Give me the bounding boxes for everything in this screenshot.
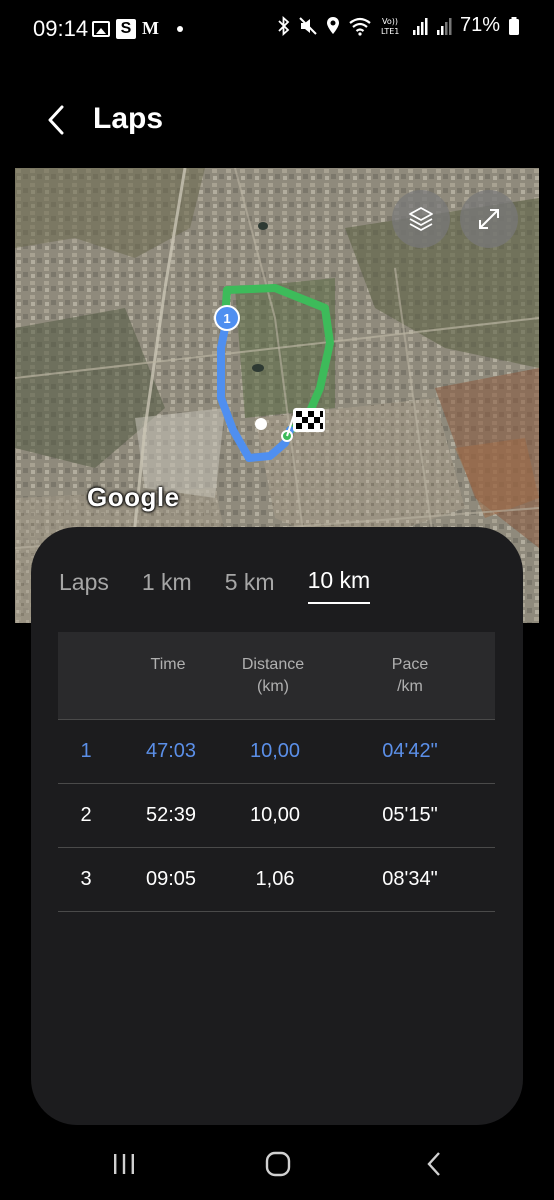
header-distance: Distance (km) — [228, 654, 318, 698]
location-icon — [326, 16, 339, 34]
expand-icon — [479, 209, 499, 229]
tab-5km[interactable]: 5 km — [225, 569, 275, 604]
notification-icons: S M — [92, 18, 183, 39]
lap-pace: 08'34" — [382, 868, 438, 890]
recents-icon — [114, 1154, 134, 1174]
map-layers-button[interactable] — [392, 190, 450, 248]
chevron-left-icon — [48, 105, 64, 135]
recents-button[interactable] — [104, 1148, 144, 1180]
wifi-icon — [349, 17, 371, 36]
lap-time: 47:03 — [145, 740, 197, 762]
mute-icon — [299, 16, 317, 35]
lap-time: 09:05 — [145, 868, 197, 890]
s-app-icon: S — [116, 18, 136, 39]
signal-strength-icon-2 — [436, 17, 452, 35]
battery-percentage: 71% — [459, 14, 500, 36]
header-distance-unit: (km) — [257, 678, 289, 695]
system-navigation-bar — [0, 1130, 554, 1200]
table-row[interactable]: 2 52:39 10,00 05'15" — [58, 784, 495, 848]
expand-map-button[interactable] — [460, 190, 518, 248]
table-header: Time Distance (km) Pace /km — [58, 632, 495, 720]
signal-strength-icon-1 — [412, 17, 428, 35]
gallery-icon — [92, 20, 110, 37]
lap-pace: 05'15" — [382, 804, 438, 826]
header-pace-label: Pace — [391, 656, 429, 673]
more-notifications-dot-icon — [177, 25, 183, 32]
layers-icon — [409, 207, 433, 231]
lap-pace: 04'42" — [382, 740, 438, 762]
header-pace-unit: /km — [397, 678, 423, 695]
lap-number: 1 — [80, 740, 92, 762]
lap-distance: 10,00 — [249, 804, 301, 826]
svg-text:LTE1: LTE1 — [381, 27, 399, 36]
bluetooth-icon — [278, 15, 290, 36]
laps-table: Time Distance (km) Pace /km 1 47:03 10,0… — [58, 632, 495, 912]
start-marker-label: 1 — [223, 311, 230, 326]
split-tabs: Laps 1 km 5 km 10 km — [59, 567, 403, 604]
table-row[interactable]: 3 09:05 1,06 08'34" — [58, 848, 495, 912]
status-time: 09:14 — [33, 16, 89, 41]
table-row[interactable]: 1 47:03 10,00 04'42" — [58, 720, 495, 784]
header-time: Time — [150, 656, 186, 673]
svg-text:Vo)): Vo)) — [382, 17, 398, 26]
back-button[interactable] — [38, 102, 74, 138]
battery-icon — [509, 16, 519, 35]
home-icon — [265, 1151, 291, 1177]
page-title: Laps — [93, 102, 164, 135]
header-distance-label: Distance — [241, 656, 305, 673]
laps-screen: 09:14 S M Vo)) LTE1 71% Laps 1 Google La… — [0, 0, 554, 1200]
system-back-button[interactable] — [414, 1148, 454, 1180]
lap-time: 52:39 — [145, 804, 197, 826]
volte-icon: Vo)) LTE1 — [381, 17, 399, 36]
tab-10km[interactable]: 10 km — [307, 567, 371, 604]
system-status-icons: Vo)) LTE1 71% — [278, 14, 520, 37]
tab-1km[interactable]: 1 km — [142, 569, 192, 604]
lap-distance: 1,06 — [255, 868, 295, 890]
lap-distance: 10,00 — [249, 740, 301, 762]
google-attribution: Google — [87, 482, 180, 512]
header: Laps — [0, 90, 554, 150]
laps-sheet: Laps 1 km 5 km 10 km Time Distance (km) … — [31, 527, 523, 1125]
lap-number: 3 — [80, 868, 92, 890]
lap-number: 2 — [80, 804, 92, 826]
m-app-icon: M — [142, 18, 159, 38]
back-icon — [427, 1152, 440, 1176]
header-pace: Pace /km — [368, 654, 452, 698]
home-button[interactable] — [258, 1148, 298, 1180]
tab-laps[interactable]: Laps — [59, 569, 109, 604]
status-bar: 09:14 S M Vo)) LTE1 71% — [0, 0, 554, 60]
